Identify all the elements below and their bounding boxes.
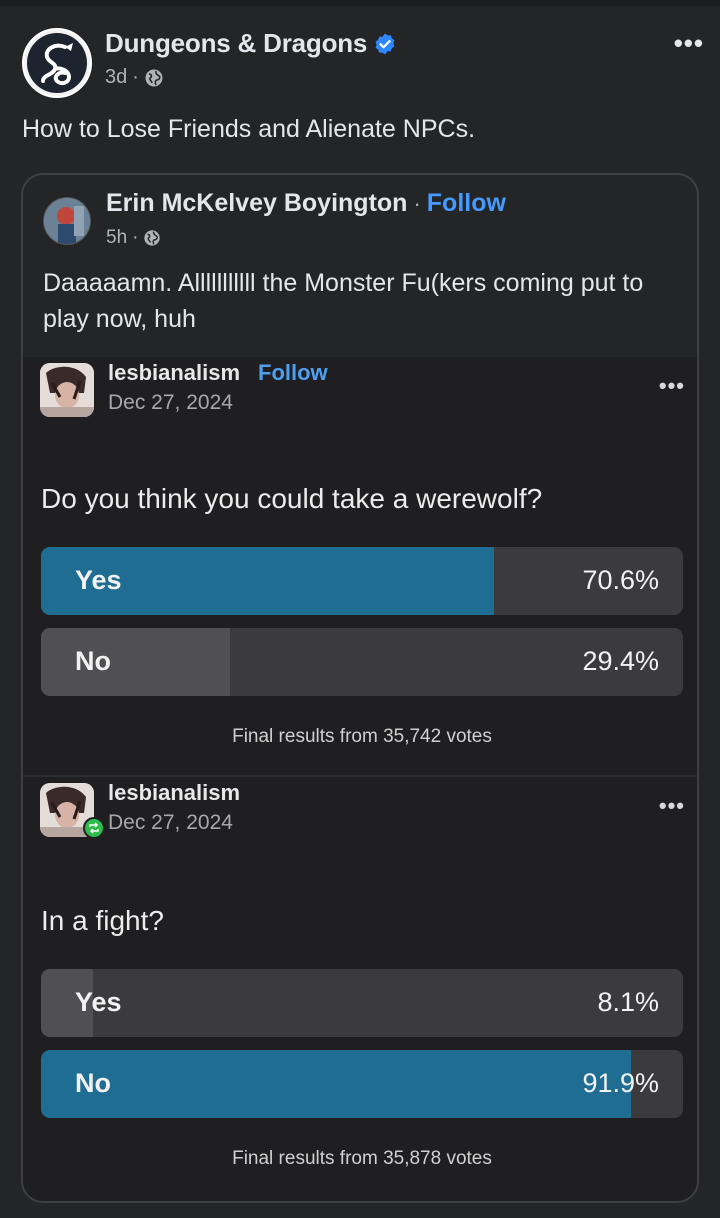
shared-time[interactable]: 5h [106, 227, 127, 249]
post-time[interactable]: 3d [105, 66, 127, 89]
page-name[interactable]: Dungeons & Dragons [105, 28, 367, 59]
poll-date: Dec 27, 2024 [108, 811, 233, 834]
shared-meta: 5h · [106, 227, 161, 249]
poll-option-no[interactable]: No 91.9% [41, 1050, 683, 1118]
poll-option-label: Yes [75, 565, 122, 595]
sharer-name-row: Erin McKelvey Boyington · Follow [106, 189, 506, 218]
name-separator: · [413, 191, 421, 216]
poll-follow-button[interactable]: Follow [258, 360, 328, 386]
sharer-name[interactable]: Erin McKelvey Boyington [106, 189, 407, 218]
reblog-icon [83, 817, 105, 839]
verified-badge-icon [375, 33, 395, 54]
poll-option-percent: 29.4% [582, 646, 659, 676]
poll-option-percent: 70.6% [582, 565, 659, 595]
poll-option-percent: 91.9% [582, 1068, 659, 1098]
poll-option-label: No [75, 646, 111, 676]
shared-post-card[interactable]: Erin McKelvey Boyington · Follow 5h · Da… [21, 173, 699, 1203]
poll-option-no[interactable]: No 29.4% [41, 628, 683, 696]
poll-option-fill [41, 1050, 631, 1118]
embedded-screenshot[interactable]: lesbianalism Follow Dec 27, 2024 ••• Do … [23, 357, 697, 1201]
follow-button[interactable]: Follow [427, 189, 506, 218]
post-more-options-icon[interactable]: ••• [674, 28, 704, 59]
poll-author-avatar[interactable] [40, 363, 94, 417]
dnd-ampersand-logo-icon [27, 33, 87, 93]
poll-username[interactable]: lesbianalism [108, 360, 240, 386]
poll-option-label: No [75, 1068, 111, 1098]
page-name-row: Dungeons & Dragons [105, 28, 397, 59]
status-bar-strip [0, 0, 720, 6]
poll-results-footer: Final results from 35,742 votes [232, 726, 492, 747]
globe-icon [144, 230, 161, 246]
poll-post-1: lesbianalism Follow Dec 27, 2024 ••• Do … [23, 357, 697, 775]
poll-option-yes[interactable]: Yes 8.1% [41, 969, 683, 1037]
poll-username[interactable]: lesbianalism [108, 780, 240, 806]
post-caption: How to Lose Friends and Alienate NPCs. [22, 115, 476, 143]
poll-more-options-icon[interactable]: ••• [659, 373, 685, 399]
poll-option-label: Yes [75, 987, 122, 1017]
post-meta: 3d · [105, 66, 164, 89]
globe-icon [145, 69, 163, 86]
poll-more-options-icon[interactable]: ••• [659, 793, 685, 819]
poll-question: Do you think you could take a werewolf? [41, 483, 543, 514]
poll-option-percent: 8.1% [597, 987, 659, 1017]
sharer-avatar[interactable] [43, 197, 91, 245]
page-avatar[interactable] [22, 28, 92, 98]
poll-results-footer: Final results from 35,878 votes [232, 1148, 492, 1169]
poll-option-yes[interactable]: Yes 70.6% [41, 547, 683, 615]
poll-question: In a fight? [41, 905, 164, 936]
poll-date: Dec 27, 2024 [108, 391, 233, 414]
meta-separator: · [132, 227, 139, 248]
shared-post-text: Daaaaamn. Alllllllllll the Monster Fu(ke… [43, 269, 644, 333]
poll-post-2: lesbianalism Dec 27, 2024 ••• In a fight… [23, 777, 697, 1201]
poll-option-fill [41, 628, 230, 696]
meta-separator: · [132, 66, 139, 88]
